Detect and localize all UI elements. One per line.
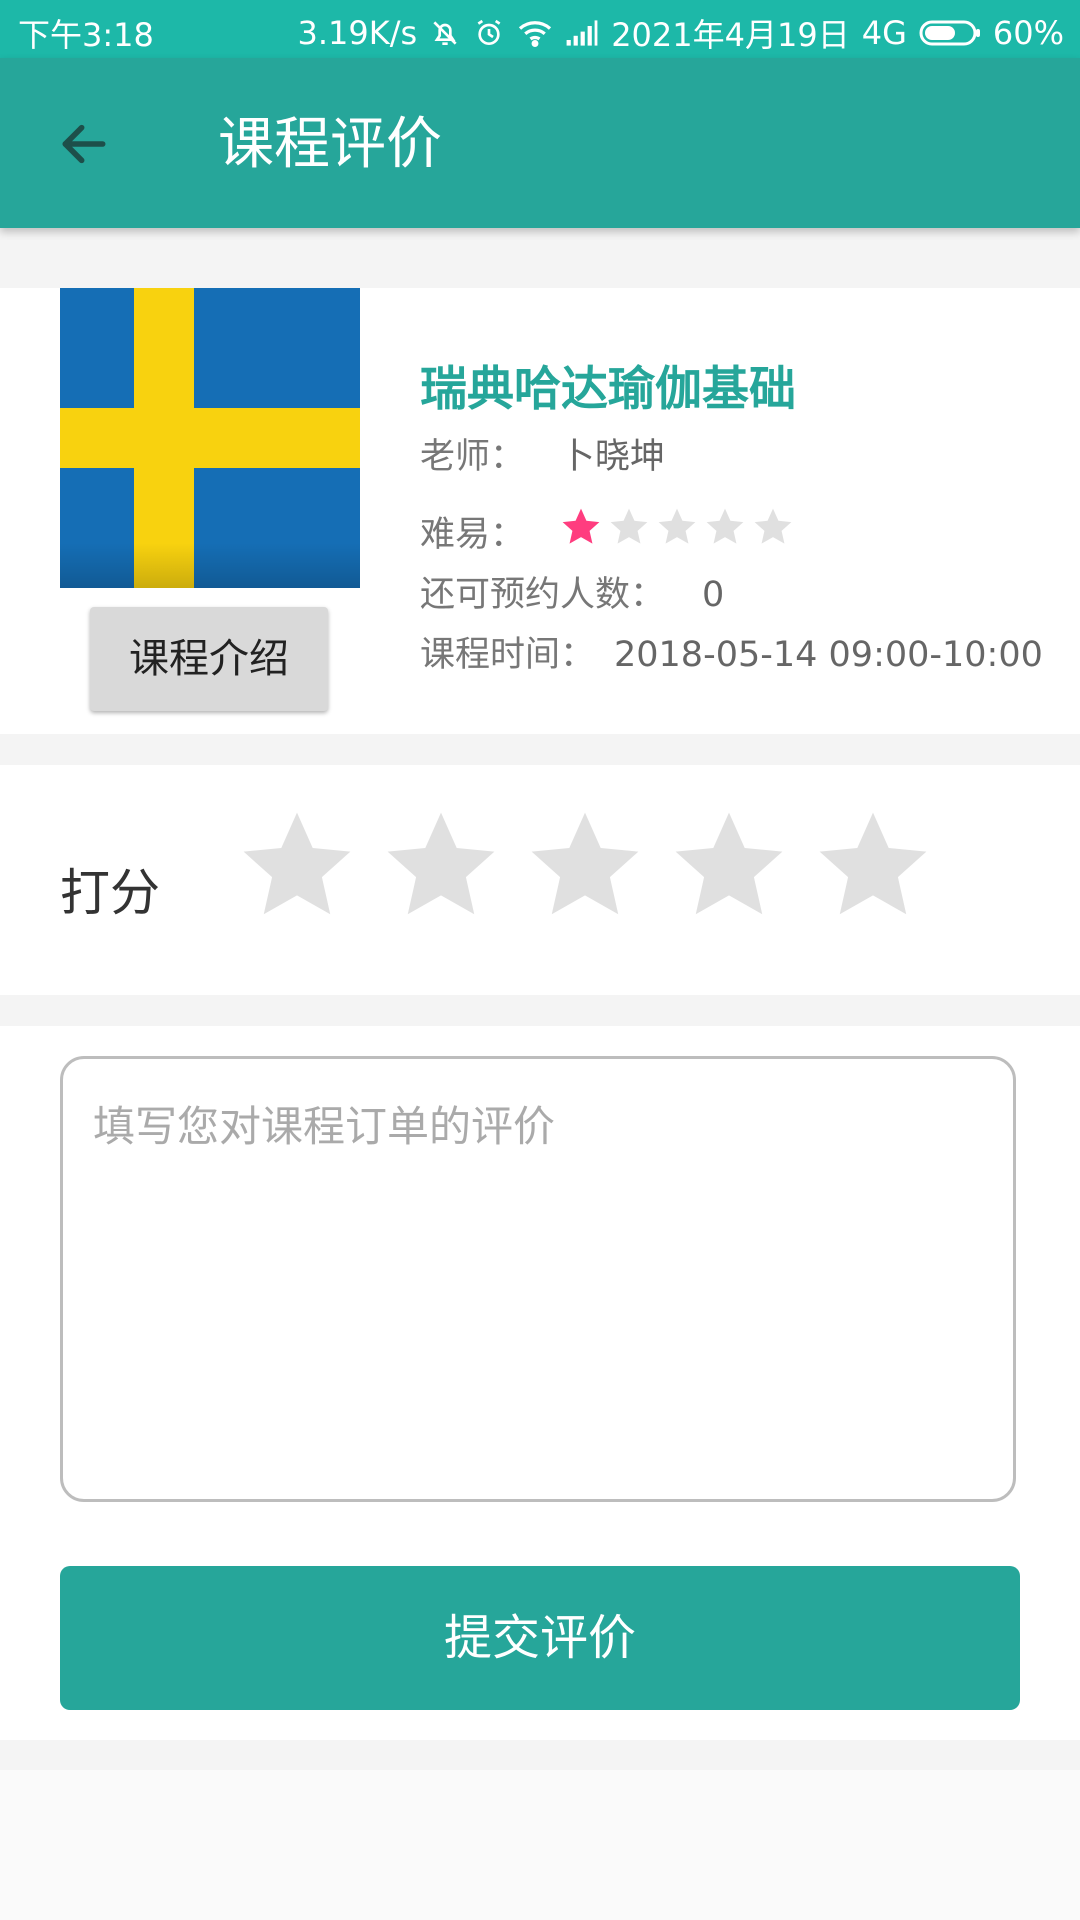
battery-level: 60%: [992, 14, 1064, 52]
star-empty-icon: [658, 508, 696, 544]
course-intro-button[interactable]: 课程介绍: [90, 607, 328, 711]
time-row: 课程时间： 2018-05-14 09:00-10:00: [420, 626, 1043, 677]
star-filled-icon: [562, 508, 600, 544]
difficulty-row: 难易：: [420, 506, 525, 557]
teacher-row: 老师： 卜晓坤: [420, 428, 665, 479]
bell-mute-icon: [429, 17, 461, 49]
rating-star-4-icon[interactable]: [668, 805, 790, 927]
course-image: [60, 288, 360, 588]
course-name: 瑞典哈达瑜伽基础: [420, 362, 796, 417]
status-right: 3.19K/s 2021年4月19日 4G 60%: [298, 10, 1065, 56]
teacher-name: 卜晓坤: [560, 437, 666, 477]
score-label: 打分: [60, 864, 160, 922]
toolbar: 课程评价: [0, 58, 1080, 228]
status-date: 2021年4月19日: [611, 16, 850, 54]
rating-star-5-icon[interactable]: [812, 805, 934, 927]
course-card: 课程介绍 瑞典哈达瑜伽基础 老师： 卜晓坤 难易： 还可预约人数： 0 课程时间： 2…: [0, 288, 1080, 734]
rating-star-2-icon[interactable]: [380, 805, 502, 927]
signal-icon: [565, 19, 599, 47]
review-card: 提交评价: [0, 1026, 1080, 1740]
bottom-area: [0, 1770, 1080, 1920]
alarm-icon: [473, 17, 505, 49]
star-empty-icon: [610, 508, 648, 544]
back-button[interactable]: [56, 116, 112, 172]
available-row: 还可预约人数： 0: [420, 566, 724, 617]
teacher-label: 老师：: [420, 437, 526, 477]
rating-star-3-icon[interactable]: [524, 805, 646, 927]
available-label: 还可预约人数：: [420, 575, 666, 615]
network-type: 4G: [861, 14, 907, 52]
page-title: 课程评价: [218, 112, 442, 177]
difficulty-stars: [560, 506, 794, 548]
time-label: 课程时间：: [420, 635, 596, 675]
star-empty-icon: [754, 508, 792, 544]
status-bar: 下午3:18 3.19K/s 2021年4月19日 4G 60%: [0, 0, 1080, 58]
battery-icon: [919, 18, 981, 48]
rating-stars[interactable]: [236, 805, 934, 927]
course-time: 2018-05-14 09:00-10:00: [614, 635, 1043, 675]
difficulty-label: 难易：: [420, 515, 526, 555]
arrow-left-icon: [62, 124, 106, 164]
net-speed: 3.19K/s: [297, 14, 418, 52]
wifi-icon: [517, 17, 553, 49]
rating-card: 打分: [0, 765, 1080, 995]
rating-star-1-icon[interactable]: [236, 805, 358, 927]
star-empty-icon: [706, 508, 744, 544]
review-input[interactable]: [60, 1056, 1016, 1502]
status-time: 下午3:18: [18, 16, 154, 54]
submit-review-button[interactable]: 提交评价: [60, 1566, 1020, 1710]
available-count: 0: [702, 575, 725, 615]
